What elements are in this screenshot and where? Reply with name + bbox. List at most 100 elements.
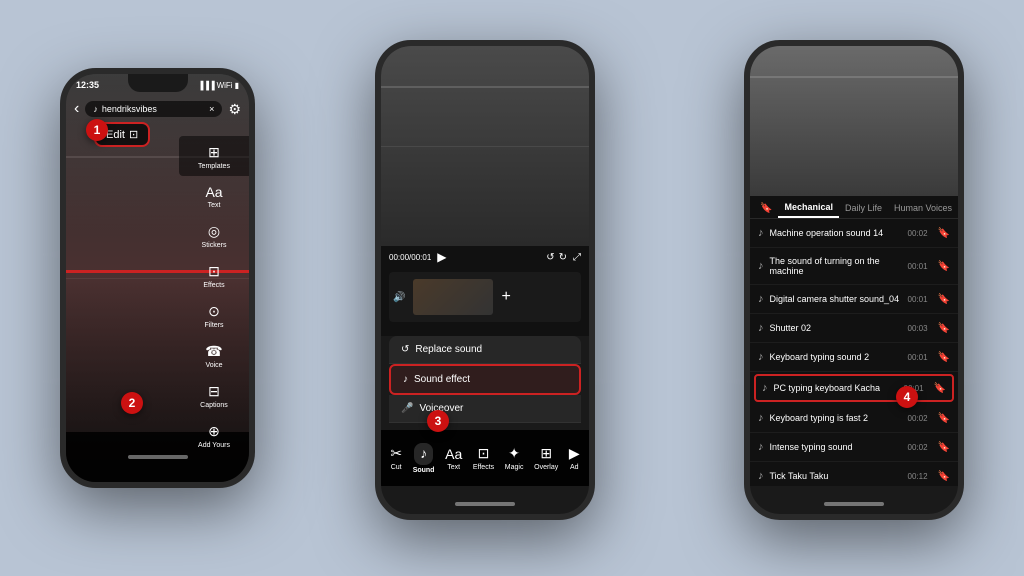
- voice-label: Voice: [205, 362, 222, 369]
- ad-icon: ▶: [569, 445, 580, 462]
- phone-mid: 00:00/00:01 ▶ ↺ ↻ ⤢ 🔊 + ↺ Replace sound …: [375, 40, 595, 520]
- menu-item-filters[interactable]: ⊙ Filters: [179, 295, 249, 335]
- menu-item-addyours[interactable]: ⊕ Add Yours: [179, 415, 249, 455]
- add-clip-button[interactable]: +: [501, 288, 510, 306]
- right-panel: ⊞ Templates Aa Text ◎ Stickers ⊡ Effects…: [179, 96, 249, 432]
- phone-right: 🔖 Mechanical Daily Life Human Voices Amu…: [744, 40, 964, 520]
- sound-bookmark-8[interactable]: 🔖: [938, 442, 950, 453]
- tool-cut[interactable]: ✂ Cut: [390, 445, 402, 471]
- sound-name-1: Machine operation sound 14: [770, 228, 902, 238]
- sound-note-icon-1: ♪: [758, 227, 764, 239]
- sound-bookmark-7[interactable]: 🔖: [938, 413, 950, 424]
- sound-item-7[interactable]: ♪ Keyboard typing is fast 2 00:02 🔖: [750, 404, 958, 433]
- tab-mechanical[interactable]: Mechanical: [778, 202, 839, 218]
- bookmark-icon[interactable]: 🔖: [754, 203, 778, 218]
- tab-human-voices[interactable]: Human Voices: [888, 203, 958, 217]
- volume-icon[interactable]: 🔊: [393, 292, 405, 303]
- cut-icon: ✂: [390, 445, 402, 462]
- text-tool-icon: Aa: [445, 446, 462, 462]
- sound-item-3[interactable]: ♪ Digital camera shutter sound_04 00:01 …: [750, 285, 958, 314]
- sound-note-icon-8: ♪: [758, 441, 764, 453]
- sound-note-icon-9: ♪: [758, 470, 764, 482]
- effects-icon: ⊡: [208, 263, 220, 280]
- stickers-label: Stickers: [202, 242, 227, 249]
- bottom-toolbar-mid: ✂ Cut ♪ Sound Aa Text ⊡ Effects ✦ Magic …: [381, 430, 589, 486]
- voiceover-item[interactable]: 🎤 Voiceover: [389, 395, 581, 423]
- sound-name-4: Shutter 02: [770, 323, 902, 333]
- sound-duration-1: 00:02: [908, 229, 928, 238]
- sound-duration-2: 00:01: [908, 262, 928, 271]
- sound-item-2[interactable]: ♪ The sound of turning on the machine 00…: [750, 248, 958, 285]
- sound-bookmark-6[interactable]: 🔖: [934, 383, 946, 394]
- timeline-track: 🔊 +: [389, 272, 581, 322]
- video-background-right: [750, 46, 958, 196]
- tool-sound[interactable]: ♪ Sound: [413, 443, 435, 474]
- effects-tool-label: Effects: [473, 464, 494, 471]
- sound-name-6: PC typing keyboard Kacha: [774, 383, 898, 393]
- magic-icon: ✦: [508, 445, 520, 462]
- tool-ad[interactable]: ▶ Ad: [569, 445, 580, 471]
- voice-icon: ☎: [205, 343, 222, 360]
- sound-icon: ♪: [420, 445, 427, 461]
- play-button[interactable]: ▶: [437, 250, 446, 264]
- tool-overlay[interactable]: ⊞ Overlay: [534, 445, 558, 471]
- menu-item-text[interactable]: Aa Text: [179, 176, 249, 215]
- tab-daily-life[interactable]: Daily Life: [839, 203, 888, 217]
- templates-icon: ⊞: [208, 144, 220, 161]
- sound-item-9[interactable]: ♪ Tick Taku Taku 00:12 🔖: [750, 462, 958, 486]
- back-arrow-icon[interactable]: ‹: [74, 100, 79, 118]
- filters-label: Filters: [204, 322, 223, 329]
- time-display-left: 12:35: [76, 80, 99, 90]
- tool-effects[interactable]: ⊡ Effects: [473, 445, 494, 471]
- home-indicator-left: [128, 455, 188, 459]
- menu-item-stickers[interactable]: ◎ Stickers: [179, 215, 249, 255]
- sound-name-7: Keyboard typing is fast 2: [770, 413, 902, 423]
- edit-icon: ⊡: [129, 128, 138, 141]
- sound-item-4[interactable]: ♪ Shutter 02 00:03 🔖: [750, 314, 958, 343]
- sound-bookmark-4[interactable]: 🔖: [938, 323, 950, 334]
- tabs-bar: 🔖 Mechanical Daily Life Human Voices Amu…: [750, 196, 958, 219]
- video-background-mid: [381, 46, 589, 246]
- sound-note-icon-6: ♪: [762, 382, 768, 394]
- redo-icon[interactable]: ↻: [559, 252, 567, 263]
- sound-label: Sound: [413, 467, 435, 474]
- sound-bookmark-1[interactable]: 🔖: [938, 228, 950, 239]
- menu-item-templates[interactable]: ⊞ Templates: [179, 136, 249, 176]
- tool-text[interactable]: Aa Text: [445, 446, 462, 471]
- menu-item-effects[interactable]: ⊡ Effects: [179, 255, 249, 295]
- video-clip[interactable]: [413, 279, 493, 315]
- sound-name-5: Keyboard typing sound 2: [770, 352, 902, 362]
- content-area-right: 🔖 Mechanical Daily Life Human Voices Amu…: [750, 196, 958, 486]
- replace-sound-item[interactable]: ↺ Replace sound: [389, 336, 581, 364]
- menu-item-captions[interactable]: ⊟ Captions: [179, 375, 249, 415]
- sound-name-2: The sound of turning on the machine: [770, 256, 902, 276]
- menu-item-voice[interactable]: ☎ Voice: [179, 335, 249, 375]
- sound-bookmark-2[interactable]: 🔖: [938, 261, 950, 272]
- sound-item-6[interactable]: ♪ PC typing keyboard Kacha 00:01 🔖: [754, 374, 954, 402]
- overlay-menu: ↺ Replace sound ♪ Sound effect 🎤 Voiceov…: [389, 336, 581, 423]
- step-badge-3: 3: [427, 410, 449, 432]
- sound-note-icon-2: ♪: [758, 260, 764, 272]
- ad-label: Ad: [570, 464, 579, 471]
- sound-item-8[interactable]: ♪ Intense typing sound 00:02 🔖: [750, 433, 958, 462]
- sound-name-3: Digital camera shutter sound_04: [770, 294, 902, 304]
- music-note-icon: ♪: [93, 104, 98, 114]
- filters-icon: ⊙: [208, 303, 220, 320]
- sound-bookmark-3[interactable]: 🔖: [938, 294, 950, 305]
- effects-tool-icon: ⊡: [478, 445, 490, 462]
- captions-icon: ⊟: [208, 383, 220, 400]
- text-icon: Aa: [205, 184, 222, 200]
- sound-effect-item[interactable]: ♪ Sound effect: [389, 364, 581, 395]
- sound-duration-3: 00:01: [908, 295, 928, 304]
- sound-bookmark-9[interactable]: 🔖: [938, 471, 950, 482]
- tool-magic[interactable]: ✦ Magic: [505, 445, 524, 471]
- sound-item-5[interactable]: ♪ Keyboard typing sound 2 00:01 🔖: [750, 343, 958, 372]
- sound-item-1[interactable]: ♪ Machine operation sound 14 00:02 🔖: [750, 219, 958, 248]
- sound-bookmark-5[interactable]: 🔖: [938, 352, 950, 363]
- undo-icon[interactable]: ↺: [546, 252, 554, 263]
- sound-duration-5: 00:01: [908, 353, 928, 362]
- sound-duration-4: 00:03: [908, 324, 928, 333]
- captions-label: Captions: [200, 402, 228, 409]
- sound-effect-label: Sound effect: [414, 374, 470, 385]
- fullscreen-icon[interactable]: ⤢: [573, 252, 581, 263]
